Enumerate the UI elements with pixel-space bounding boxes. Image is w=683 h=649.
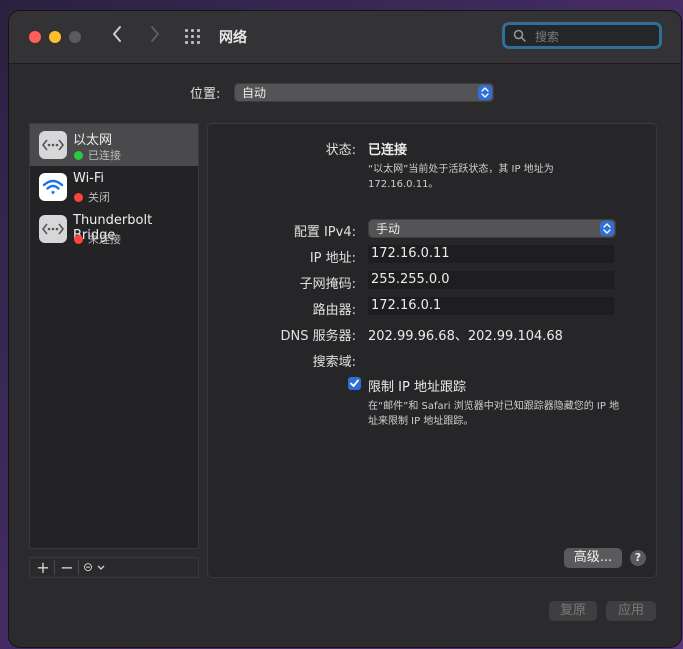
title-bar: 网络	[9, 11, 681, 64]
router-field[interactable]: 172.16.0.1	[368, 297, 614, 315]
limit-ip-tracking-checkbox[interactable]	[348, 377, 361, 390]
network-preferences-window: 网络 位置: 自动 以太网 已连接 Wi-Fi 关闭	[9, 11, 681, 647]
service-status: 未连接	[88, 233, 121, 246]
search-field[interactable]	[502, 22, 662, 49]
status-dot-red	[74, 193, 83, 202]
detail-panel: 状态: 已连接 “以太网”当前处于活跃状态，其 IP 地址为 172.16.0.…	[207, 123, 657, 578]
wifi-icon	[39, 173, 67, 201]
window-title: 网络	[219, 30, 247, 46]
ip-address-value: 172.16.0.11	[371, 246, 450, 261]
thunderbolt-bridge-icon	[39, 215, 67, 243]
location-value: 自动	[242, 86, 267, 100]
service-list: 以太网 已连接 Wi-Fi 关闭 Thunderbolt Bridge 未连接	[29, 123, 199, 549]
chevron-down-icon	[97, 565, 105, 570]
status-note-line1: “以太网”当前处于活跃状态，其 IP 地址为	[368, 164, 554, 175]
divider	[78, 560, 79, 575]
search-icon	[513, 29, 526, 42]
location-select[interactable]: 自动	[234, 83, 494, 102]
service-item-wifi[interactable]: Wi-Fi 关闭	[30, 166, 198, 208]
service-item-ethernet[interactable]: 以太网 已连接	[30, 124, 198, 166]
ethernet-icon	[39, 131, 67, 159]
action-menu-icon: ⊝	[83, 560, 94, 574]
chevron-left-icon	[113, 26, 121, 42]
minimize-button[interactable]	[49, 31, 61, 43]
divider	[54, 560, 55, 575]
revert-button[interactable]: 复原	[549, 601, 597, 621]
ip-address-field[interactable]: 172.16.0.11	[368, 245, 614, 263]
service-item-thunderbolt-bridge[interactable]: Thunderbolt Bridge 未连接	[30, 208, 198, 250]
status-note-line2: 172.16.0.11。	[368, 179, 439, 190]
service-name: 以太网	[73, 133, 113, 148]
action-menu-button[interactable]: ⊝	[80, 558, 108, 577]
limit-ip-note-line2: 址来限制 IP 地址跟踪。	[368, 416, 474, 427]
router-value: 172.16.0.1	[371, 298, 442, 313]
back-button[interactable]	[108, 25, 126, 49]
search-domain-label: 搜索域:	[312, 355, 356, 370]
close-button[interactable]	[29, 31, 41, 43]
status-label: 状态:	[325, 143, 356, 158]
subnet-mask-field[interactable]: 255.255.0.0	[368, 271, 614, 289]
apply-button[interactable]: 应用	[606, 601, 656, 621]
show-all-grid-icon[interactable]	[185, 29, 203, 45]
subnet-mask-label: 子网掩码:	[299, 277, 356, 292]
checkmark-icon	[350, 379, 359, 387]
remove-service-button[interactable]: −	[56, 558, 78, 577]
limit-ip-tracking-label[interactable]: 限制 IP 地址跟踪	[368, 376, 466, 395]
status-dot-green	[74, 151, 83, 160]
status-dot-red	[74, 235, 83, 244]
help-button[interactable]: ?	[630, 550, 646, 566]
location-label: 位置:	[190, 87, 221, 102]
dns-server-label: DNS 服务器:	[280, 329, 357, 344]
ip-address-label: IP 地址:	[309, 251, 356, 266]
ipv4-select[interactable]: 手动	[368, 219, 616, 238]
service-status: 已连接	[88, 149, 121, 162]
dns-server-value: 202.99.96.68、202.99.104.68	[368, 329, 563, 344]
subnet-mask-value: 255.255.0.0	[371, 272, 450, 287]
add-service-button[interactable]: +	[32, 558, 54, 577]
forward-button[interactable]	[146, 25, 164, 49]
status-value: 已连接	[368, 143, 408, 158]
ipv4-value: 手动	[376, 222, 401, 236]
ipv4-label: 配置 IPv4:	[293, 225, 356, 240]
updown-chevron-icon	[478, 85, 492, 100]
limit-ip-note-line1: 在“邮件”和 Safari 浏览器中对已知跟踪器隐藏您的 IP 地	[368, 401, 620, 412]
updown-chevron-icon	[600, 221, 614, 236]
service-name: Wi-Fi	[73, 171, 105, 186]
search-input[interactable]	[533, 27, 657, 47]
service-list-toolbar: + − ⊝	[29, 557, 199, 578]
chevron-right-icon	[151, 26, 159, 42]
router-label: 路由器:	[312, 303, 356, 318]
advanced-button[interactable]: 高级...	[564, 548, 622, 568]
zoom-button[interactable]	[69, 31, 81, 43]
service-status: 关闭	[88, 191, 110, 204]
